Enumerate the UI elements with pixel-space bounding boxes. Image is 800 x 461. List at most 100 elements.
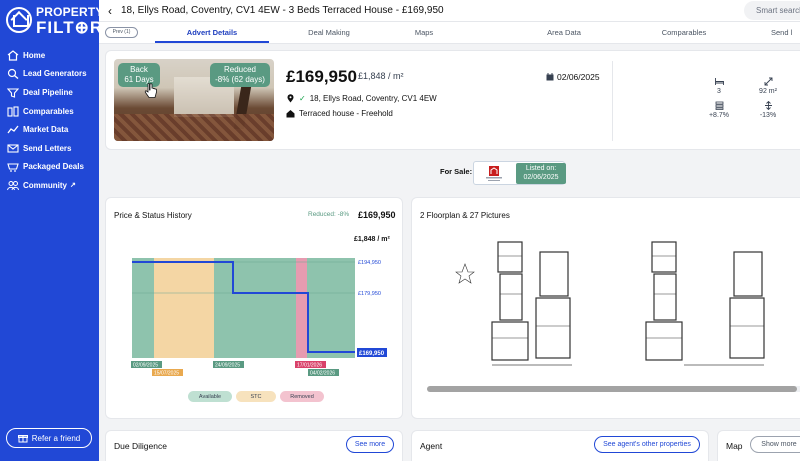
sidebar: PROPERTY FILT⊕R Home Lead Generators Dea… bbox=[0, 0, 103, 461]
map-show-more-button[interactable]: Show more bbox=[750, 436, 800, 453]
price-history-card: Price & Status History Reduced: -8% £169… bbox=[105, 197, 403, 419]
gift-icon bbox=[17, 435, 28, 443]
tab-deal-making[interactable]: Deal Making bbox=[279, 28, 379, 37]
band-removed bbox=[296, 258, 307, 358]
property-summary-card: Back 61 Days Reduced -8% (62 days) £169,… bbox=[105, 50, 800, 150]
agent-card: Agent See agent's other properties bbox=[411, 430, 709, 461]
sidebar-item-deal-pipeline[interactable]: Deal Pipeline bbox=[0, 83, 99, 102]
price-per-sqm: £1,848 / m² bbox=[358, 71, 404, 81]
x-tick-label: 24/09/2025 bbox=[215, 363, 240, 369]
magnifier-home-icon bbox=[6, 68, 19, 80]
floorplan-card: 2 Floorplan & 27 Pictures bbox=[411, 197, 800, 419]
expand-icon bbox=[764, 77, 772, 86]
legend-stc[interactable]: STC bbox=[236, 391, 276, 402]
prev-button[interactable]: Prev (1) bbox=[105, 27, 138, 38]
agent-other-properties-button[interactable]: See agent's other properties bbox=[594, 436, 700, 453]
for-sale-listing[interactable]: Listed on: 02/06/2025 bbox=[473, 161, 566, 185]
stat-bedrooms: 3 bbox=[704, 77, 734, 95]
sidebar-item-label: Comparables bbox=[23, 106, 74, 116]
agent-logo-icon bbox=[486, 166, 502, 181]
external-link-icon: ↗ bbox=[70, 182, 76, 190]
compare-icon bbox=[6, 106, 19, 117]
hand-cursor-icon bbox=[144, 83, 157, 98]
card-divider bbox=[612, 61, 613, 141]
people-icon bbox=[6, 180, 19, 191]
sidebar-item-home[interactable]: Home bbox=[0, 46, 99, 65]
badge-reduced-label: Reduced bbox=[223, 65, 257, 74]
verified-check-icon: ✓ bbox=[299, 94, 306, 103]
back-chevron-icon[interactable]: ‹ bbox=[108, 4, 112, 18]
tab-advert-details[interactable]: Advert Details bbox=[155, 28, 269, 37]
y-tick-label: £194,950 bbox=[358, 260, 381, 266]
band-available-1 bbox=[132, 258, 154, 358]
listed-on-badge: Listed on: 02/06/2025 bbox=[516, 163, 566, 184]
calendar-icon bbox=[546, 73, 554, 81]
sidebar-item-community[interactable]: Community ↗ bbox=[0, 176, 99, 195]
sidebar-item-label: Market Data bbox=[23, 125, 69, 135]
tenure: Freehold bbox=[361, 109, 393, 118]
location-pin-icon bbox=[287, 94, 294, 103]
badge-back-label: Back bbox=[130, 65, 148, 74]
stat-vs-area: -13% bbox=[753, 101, 783, 119]
x-tick-label: 15/07/2025 bbox=[154, 371, 179, 377]
address-line: ✓ 18, Ellys Road, Coventry, CV1 4EW bbox=[286, 94, 437, 103]
tab-send-letters[interactable]: Send l bbox=[771, 28, 800, 37]
sidebar-item-packaged-deals[interactable]: Packaged Deals bbox=[0, 158, 99, 177]
legend-removed[interactable]: Removed bbox=[280, 391, 324, 402]
x-tick-label: 02/09/2025 bbox=[133, 363, 158, 369]
listed-on-date: 02/06/2025 bbox=[523, 174, 559, 181]
brand-logo[interactable]: PROPERTY FILT⊕R bbox=[6, 4, 103, 38]
bed-icon bbox=[714, 78, 724, 85]
listing-price: £169,950 bbox=[286, 67, 357, 86]
x-tick-label: 17/01/2026 bbox=[297, 363, 322, 369]
map-card: Map Show more bbox=[717, 430, 800, 461]
address-text: 18, Ellys Road, Coventry, CV1 4EW bbox=[309, 94, 437, 103]
property-type: Terraced house bbox=[299, 109, 355, 118]
tab-bar: Prev (1) Advert Details Deal Making Maps… bbox=[99, 22, 800, 44]
listed-on-label: Listed on: bbox=[525, 165, 557, 172]
envelope-icon bbox=[6, 143, 19, 154]
property-type-line: Terraced house - Freehold bbox=[286, 109, 393, 118]
tab-area-data[interactable]: Area Data bbox=[529, 28, 599, 37]
type-separator: - bbox=[354, 109, 362, 118]
active-tab-indicator bbox=[155, 41, 269, 43]
refer-friend-label: Refer a friend bbox=[31, 433, 81, 443]
y-tick-label: £169,950 bbox=[359, 351, 385, 357]
sidebar-item-label: Send Letters bbox=[23, 143, 72, 153]
sidebar-item-send-letters[interactable]: Send Letters bbox=[0, 139, 99, 158]
price-history-chart[interactable]: £194,950 £179,950 £169,950 02/09/2025 15… bbox=[106, 198, 404, 388]
reduced-badge: Reduced -8% (62 days) bbox=[210, 63, 270, 87]
sidebar-item-label: Deal Pipeline bbox=[23, 87, 73, 97]
listing-date-value: 02/06/2025 bbox=[557, 72, 600, 82]
band-stc bbox=[154, 258, 214, 358]
sidebar-item-comparables[interactable]: Comparables bbox=[0, 102, 99, 121]
sidebar-item-lead-generators[interactable]: Lead Generators bbox=[0, 65, 99, 84]
pipeline-icon bbox=[6, 87, 19, 98]
x-tick-label: 04/02/2026 bbox=[310, 371, 335, 377]
floorplan-image-1[interactable] bbox=[452, 234, 612, 374]
top-header: ‹ 18, Ellys Road, Coventry, CV1 4EW - 3 … bbox=[99, 0, 800, 22]
property-photo[interactable]: Back 61 Days Reduced -8% (62 days) bbox=[114, 59, 274, 141]
tab-comparables[interactable]: Comparables bbox=[644, 28, 724, 37]
sidebar-item-market-data[interactable]: Market Data bbox=[0, 120, 99, 139]
home-icon bbox=[6, 50, 19, 61]
chart-legend: Available STC Removed bbox=[188, 391, 328, 402]
floorplan-image-2[interactable] bbox=[644, 234, 800, 374]
band-available-3 bbox=[307, 258, 355, 358]
stat-floor-area-value: 92 m² bbox=[759, 88, 777, 95]
badge-reduced-detail: -8% (62 days) bbox=[215, 75, 265, 84]
smart-search-input[interactable]: Smart search bbox=[744, 1, 800, 20]
legend-available[interactable]: Available bbox=[188, 391, 232, 402]
due-diligence-see-more-button[interactable]: See more bbox=[346, 436, 394, 453]
floorplan-title: 2 Floorplan & 27 Pictures bbox=[420, 211, 510, 220]
scrollbar-thumb[interactable] bbox=[427, 386, 797, 392]
map-title: Map bbox=[726, 441, 743, 451]
refer-friend-button[interactable]: Refer a friend bbox=[6, 428, 92, 448]
house-icon bbox=[286, 110, 295, 118]
due-diligence-title: Due Diligence bbox=[114, 441, 167, 451]
floorplan-scrollbar[interactable] bbox=[427, 386, 800, 392]
tab-maps[interactable]: Maps bbox=[399, 28, 449, 37]
sidebar-item-label: Community bbox=[23, 180, 67, 190]
chart-line-icon bbox=[6, 124, 19, 135]
brand-line-1: PROPERTY bbox=[36, 5, 104, 19]
